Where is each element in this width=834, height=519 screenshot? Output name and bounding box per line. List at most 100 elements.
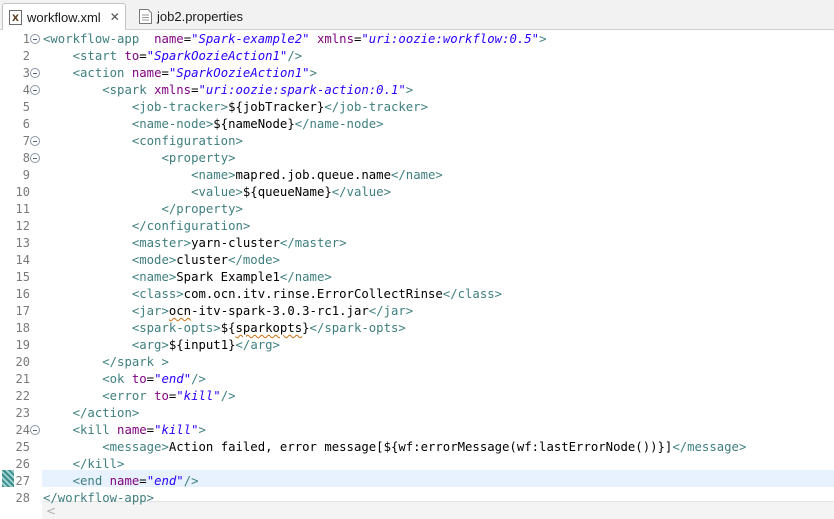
fold-toggle-icon[interactable] bbox=[30, 68, 40, 78]
code-line[interactable]: 23 </action> bbox=[0, 405, 834, 422]
line-number: 15 bbox=[15, 270, 30, 284]
code-token: "kill" bbox=[176, 389, 221, 403]
code-token: <arg> bbox=[131, 338, 169, 352]
code-token: </name> bbox=[390, 168, 443, 182]
code-token: -itv-spark-3.0.3-rc1.jar bbox=[191, 304, 369, 318]
code-line[interactable]: 25 <message>Action failed, error message… bbox=[0, 439, 834, 456]
tab-label: workflow.xml bbox=[27, 9, 101, 25]
code-token: com.ocn.itv.rinse.ErrorCollectRinse bbox=[183, 287, 443, 301]
code-text: </property> bbox=[43, 201, 242, 218]
code-token: </name-node> bbox=[294, 117, 384, 131]
code-token: <error bbox=[102, 389, 155, 403]
code-line[interactable]: 3 <action name="SparkOozieAction1"> bbox=[0, 65, 834, 82]
code-token: </arg> bbox=[235, 338, 280, 352]
code-token: xmlns bbox=[154, 83, 192, 97]
code-line[interactable]: 10 <value>${queueName}</value> bbox=[0, 184, 834, 201]
fold-toggle-icon[interactable] bbox=[30, 136, 40, 146]
line-number: 16 bbox=[15, 287, 30, 301]
code-text: <end name="end"/> bbox=[43, 473, 199, 490]
properties-file-icon bbox=[139, 9, 152, 24]
code-line[interactable]: 5 <job-tracker>${jobTracker}</job-tracke… bbox=[0, 99, 834, 116]
code-token: yarn-cluster bbox=[191, 236, 280, 250]
code-text: <action name="SparkOozieAction1"> bbox=[43, 65, 317, 82]
code-text: <property> bbox=[43, 150, 236, 167]
code-token: </spark > bbox=[102, 355, 169, 369]
code-token: <name-node> bbox=[131, 117, 214, 131]
line-number: 23 bbox=[15, 406, 30, 420]
svg-text:X: X bbox=[12, 14, 19, 24]
code-token: = bbox=[146, 372, 155, 386]
code-text: <configuration> bbox=[43, 133, 243, 150]
code-line[interactable]: 11 </property> bbox=[0, 201, 834, 218]
code-line[interactable]: 16 <class>com.ocn.itv.rinse.ErrorCollect… bbox=[0, 286, 834, 303]
code-line[interactable]: 17 <jar>ocn-itv-spark-3.0.3-rc1.jar</jar… bbox=[0, 303, 834, 320]
code-token: ${queueName} bbox=[242, 185, 332, 199]
line-number: 11 bbox=[15, 202, 30, 216]
code-token: <value> bbox=[191, 185, 243, 199]
code-text: <workflow-app name="Spark-example2" xmln… bbox=[43, 31, 547, 48]
code-token: name bbox=[117, 423, 147, 437]
code-token: "kill" bbox=[154, 423, 199, 437]
code-line[interactable]: 4 <spark xmlns="uri:oozie:spark-action:0… bbox=[0, 82, 834, 99]
tab-workflow-xml[interactable]: X workflow.xml ✕ bbox=[2, 3, 126, 30]
code-token: ${ bbox=[220, 321, 236, 335]
code-line[interactable]: 9 <name>mapred.job.queue.name</name> bbox=[0, 167, 834, 184]
code-token: <job-tracker> bbox=[131, 100, 229, 114]
line-number: 6 bbox=[22, 117, 30, 131]
code-line[interactable]: 6 <name-node>${nameNode}</name-node> bbox=[0, 116, 834, 133]
fold-toggle-icon[interactable] bbox=[30, 153, 40, 163]
code-text: </configuration> bbox=[43, 218, 250, 235]
code-token: > bbox=[198, 423, 206, 437]
fold-toggle-icon[interactable] bbox=[30, 425, 40, 435]
code-text: <start to="SparkOozieAction1"/> bbox=[43, 48, 303, 65]
xml-file-icon: X bbox=[9, 9, 22, 25]
code-text: <spark-opts>${sparkopts}</spark-opts> bbox=[43, 320, 406, 337]
code-line[interactable]: 14 <mode>cluster</mode> bbox=[0, 252, 834, 269]
code-token: </workflow-app> bbox=[43, 491, 155, 505]
code-line[interactable]: 15 <name>Spark Example1</name> bbox=[0, 269, 834, 286]
code-token: ${jobTracker} bbox=[228, 100, 325, 114]
line-number: 5 bbox=[22, 100, 30, 114]
code-token: "end" bbox=[146, 474, 184, 488]
code-line[interactable]: 20 </spark > bbox=[0, 354, 834, 371]
line-number: 3 bbox=[22, 66, 30, 80]
code-token: <start bbox=[72, 49, 125, 63]
code-line[interactable]: 7 <configuration> bbox=[0, 133, 834, 150]
tab-job2-properties[interactable]: job2.properties bbox=[133, 3, 243, 30]
code-line[interactable]: 26 </kill> bbox=[0, 456, 834, 473]
code-token: > bbox=[405, 83, 414, 97]
code-token: /> bbox=[287, 49, 303, 63]
editor-tab-bar: X workflow.xml ✕ job2.properties bbox=[0, 0, 834, 30]
code-line[interactable]: 1 <workflow-app name="Spark-example2" xml… bbox=[0, 31, 834, 48]
code-line[interactable]: 28 </workflow-app> bbox=[0, 490, 834, 507]
code-token: "SparkOozieAction1" bbox=[146, 49, 288, 63]
code-token: /> bbox=[183, 474, 199, 488]
code-text: </action> bbox=[43, 405, 140, 422]
fold-toggle-icon[interactable] bbox=[30, 85, 40, 95]
code-token: <property> bbox=[161, 151, 236, 165]
code-line[interactable]: 27 <end name="end"/> bbox=[0, 473, 834, 490]
code-token: </configuration> bbox=[131, 219, 251, 233]
xml-code-editor[interactable]: < 1 <workflow-app name="Spark-example2" x… bbox=[0, 30, 834, 519]
fold-toggle-icon[interactable] bbox=[30, 34, 40, 44]
code-line[interactable]: 8 <property> bbox=[0, 150, 834, 167]
code-token: sparkopts bbox=[235, 321, 303, 335]
code-line[interactable]: 12 </configuration> bbox=[0, 218, 834, 235]
code-text: </spark > bbox=[43, 354, 169, 371]
code-text: <spark xmlns="uri:oozie:spark-action:0.1… bbox=[43, 82, 413, 99]
code-token: <action bbox=[72, 66, 132, 80]
code-line[interactable]: 24 <kill name="kill"> bbox=[0, 422, 834, 439]
code-token: </kill> bbox=[72, 457, 125, 471]
code-line[interactable]: 18 <spark-opts>${sparkopts}</spark-opts> bbox=[0, 320, 834, 337]
line-number: 20 bbox=[15, 355, 30, 369]
code-line[interactable]: 22 <error to="kill"/> bbox=[0, 388, 834, 405]
code-token: <end bbox=[72, 474, 110, 488]
code-line[interactable]: 13 <master>yarn-cluster</master> bbox=[0, 235, 834, 252]
code-token: /> bbox=[220, 389, 236, 403]
code-line[interactable]: 19 <arg>${input1}</arg> bbox=[0, 337, 834, 354]
code-text: <jar>ocn-itv-spark-3.0.3-rc1.jar</jar> bbox=[43, 303, 413, 320]
line-number: 14 bbox=[15, 253, 30, 267]
code-line[interactable]: 2 <start to="SparkOozieAction1"/> bbox=[0, 48, 834, 65]
code-line[interactable]: 21 <ok to="end"/> bbox=[0, 371, 834, 388]
close-tab-icon[interactable]: ✕ bbox=[110, 11, 120, 23]
